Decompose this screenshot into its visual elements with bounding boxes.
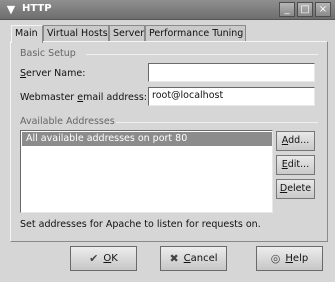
tab-main[interactable]: Main [11, 25, 43, 43]
cancel-button[interactable]: ✖ Cancel [160, 246, 227, 271]
basic-setup-divider [86, 54, 318, 55]
checkmark-icon: ✔ [89, 252, 99, 265]
minimize-button[interactable]: _ [279, 2, 295, 17]
tab-virtual-hosts-label: Virtual Hosts [47, 28, 108, 39]
tab-performance-tuning[interactable]: Performance Tuning [145, 25, 246, 42]
ok-label: OK [103, 253, 118, 264]
add-button[interactable]: Add... [276, 131, 315, 151]
basic-setup-heading: Basic Setup [20, 48, 76, 59]
addresses-list[interactable]: All available addresses on port 80 [20, 130, 273, 213]
help-label: Help [285, 253, 309, 264]
server-name-label: Server Name: [20, 68, 86, 79]
available-addresses-divider [116, 122, 318, 123]
delete-button[interactable]: Delete [276, 179, 315, 199]
cancel-label: Cancel [183, 253, 218, 264]
tab-performance-tuning-label: Performance Tuning [149, 28, 244, 39]
available-addresses-heading: Available Addresses [20, 116, 115, 127]
minimize-icon: _ [284, 4, 290, 15]
server-name-input[interactable] [148, 63, 315, 82]
help-button[interactable]: ◎ Help [256, 246, 323, 271]
tab-server[interactable]: Server [109, 25, 145, 42]
close-button[interactable]: × [315, 2, 331, 17]
chevron-down-icon[interactable]: ▼ [3, 2, 19, 17]
close-icon: × [318, 4, 328, 15]
window-title: HTTP [22, 3, 52, 14]
list-item[interactable]: All available addresses on port 80 [22, 132, 272, 146]
tab-virtual-hosts[interactable]: Virtual Hosts [43, 25, 109, 42]
cancel-x-icon: ✖ [169, 252, 179, 265]
ok-button[interactable]: ✔ OK [70, 246, 137, 271]
webmaster-email-input[interactable]: root@localhost [148, 87, 315, 106]
addresses-hint: Set addresses for Apache to listen for r… [20, 219, 261, 230]
webmaster-email-label: Webmaster email address: [20, 92, 147, 103]
edit-button[interactable]: Edit... [276, 155, 315, 175]
tab-server-label: Server [113, 28, 145, 39]
tab-main-label: Main [15, 28, 38, 39]
maximize-icon: □ [300, 4, 310, 15]
maximize-button[interactable]: □ [297, 2, 313, 17]
help-lifebuoy-icon: ◎ [270, 252, 281, 265]
